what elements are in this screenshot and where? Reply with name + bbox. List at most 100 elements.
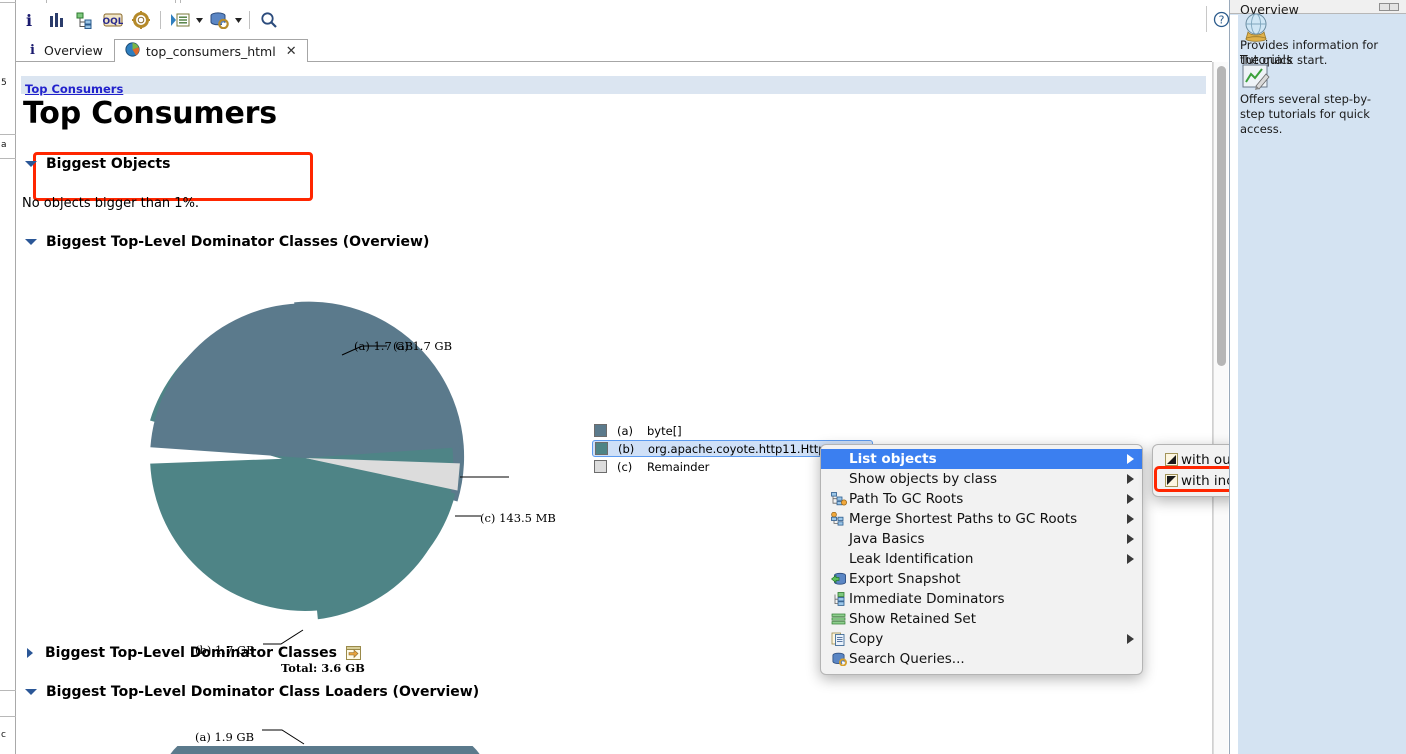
svg-text:OQL: OQL (103, 17, 123, 27)
pie-chart-class-loaders (165, 708, 485, 754)
menu-item-label: Merge Shortest Paths to GC Roots (849, 511, 1078, 527)
menu-item-label: Leak Identification (849, 551, 974, 567)
query-browser-gear-icon[interactable] (128, 8, 154, 32)
section-header-dominator-classes[interactable]: Biggest Top-Level Dominator Classes (25, 645, 361, 661)
menu-item-leak-identification[interactable]: Leak Identification (821, 549, 1142, 569)
scrollbar-thumb[interactable] (1217, 66, 1226, 366)
chevron-down-icon[interactable] (25, 161, 37, 167)
immediate-dominators-icon (829, 592, 849, 606)
menu-item-merge-shortest-paths[interactable]: Merge Shortest Paths to GC Roots (821, 509, 1142, 529)
dominator-tree-icon[interactable] (72, 8, 98, 32)
histogram-icon[interactable] (44, 8, 70, 32)
menu-item-label: Path To GC Roots (849, 491, 964, 507)
section-header-biggest-objects[interactable]: Biggest Objects (25, 156, 170, 172)
menu-item-show-retained-set[interactable]: Show Retained Set (821, 609, 1142, 629)
leader-line-a-chart2 (262, 729, 305, 745)
pie-chart-dominator-classes: (a) 1.7 GB (17, 262, 617, 625)
left-strip-fragment-1: a (1, 140, 7, 150)
menu-item-show-objects-by-class[interactable]: Show objects by class (821, 469, 1142, 489)
close-icon[interactable]: ✕ (286, 44, 297, 59)
chevron-down-icon[interactable] (195, 8, 204, 32)
section-label: Biggest Objects (46, 156, 171, 172)
menu-item-search-queries[interactable]: Search Queries... (821, 649, 1142, 669)
menu-item-label: Export Snapshot (849, 571, 961, 587)
submenu-arrow-icon (1127, 494, 1134, 504)
left-clipped-panel: 5 a c (0, 0, 16, 754)
left-strip-fragment-0: 5 (1, 78, 7, 88)
toolbar-separator-2 (249, 11, 250, 29)
menu-item-label: Copy (849, 631, 884, 647)
menu-item-label: Immediate Dominators (849, 591, 1005, 607)
pie-chart-icon (125, 42, 140, 60)
no-objects-text: No objects bigger than 1%. (22, 196, 200, 211)
chevron-down-icon-2[interactable] (234, 8, 243, 32)
pie-label-a: (a) 1.7 GB (354, 339, 414, 353)
chevron-down-icon[interactable] (25, 689, 37, 695)
pie-label-c: (c) 143.5 MB (480, 511, 556, 525)
legend-swatch-a (594, 424, 607, 437)
breadcrumb-bar (21, 76, 1206, 94)
submenu-arrow-icon (1127, 454, 1134, 464)
section-header-class-loaders-overview[interactable]: Biggest Top-Level Dominator Class Loader… (25, 684, 479, 700)
icon-divider (1389, 3, 1390, 11)
outgoing-references-icon (1161, 453, 1181, 466)
menu-item-list-objects[interactable]: List objects (821, 449, 1142, 469)
show-retained-set-icon (829, 612, 849, 626)
tab-label: Overview (44, 42, 103, 58)
submenu-arrow-icon (1127, 554, 1134, 564)
info-icon: i (27, 42, 38, 59)
toolbar-separator-1 (160, 11, 161, 29)
copy-icon (829, 632, 849, 646)
legend-label-c: Remainder (647, 459, 710, 474)
page-title: Top Consumers (23, 96, 277, 131)
tab-overview[interactable]: i Overview (16, 38, 114, 61)
legend-swatch-c (594, 460, 607, 473)
breadcrumb-link[interactable]: Top Consumers (25, 82, 123, 96)
menu-item-immediate-dominators[interactable]: Immediate Dominators (821, 589, 1142, 609)
legend-row-a[interactable]: (a) byte[] (592, 422, 873, 439)
pie-label-a-chart2: (a) 1.9 GB (195, 730, 254, 744)
search-queries-icon (829, 652, 849, 666)
legend-key-a: (a) (617, 423, 634, 438)
menu-item-label: Show objects by class (849, 471, 998, 487)
tab-top-consumers-html[interactable]: top_consumers_html ✕ (113, 39, 308, 62)
section-header-dominator-classes-overview[interactable]: Biggest Top-Level Dominator Classes (Ove… (25, 234, 429, 250)
tab-label: top_consumers_html (145, 43, 276, 59)
menu-item-export-snapshot[interactable]: Export Snapshot (821, 569, 1142, 589)
open-query-db-icon[interactable] (206, 8, 232, 32)
info-icon[interactable]: i (16, 8, 42, 32)
chevron-right-icon[interactable] (27, 648, 33, 658)
pie-total-label: Total: 3.6 GB (281, 661, 365, 675)
content-vertical-scrollbar[interactable] (1213, 62, 1228, 754)
menu-item-label: Java Basics (849, 531, 925, 547)
leader-line-c (455, 515, 481, 517)
tutorials-icon (1242, 64, 1270, 95)
incoming-references-icon (1161, 474, 1181, 487)
menu-item-java-basics[interactable]: Java Basics (821, 529, 1142, 549)
left-strip-fragment-2: c (1, 730, 6, 740)
context-menu[interactable]: List objects Show objects by class Path … (820, 444, 1143, 675)
section-label: Biggest Top-Level Dominator Classes (Ove… (46, 234, 430, 250)
background-tab-ghost (46, 0, 176, 3)
menu-item-label: List objects (849, 451, 937, 467)
legend-swatch-b (595, 442, 608, 455)
menu-item-path-to-gc-roots[interactable]: Path To GC Roots (821, 489, 1142, 509)
submenu-arrow-icon (1127, 514, 1134, 524)
search-icon[interactable] (256, 8, 282, 32)
submenu-arrow-icon (1127, 474, 1134, 484)
section-label: Biggest Top-Level Dominator Class Loader… (46, 684, 480, 700)
menu-item-copy[interactable]: Copy (821, 629, 1142, 649)
run-expert-system-icon[interactable] (167, 8, 193, 32)
chevron-down-icon[interactable] (25, 239, 37, 245)
legend-key-c: (c) (617, 459, 633, 474)
editor-tabstrip: i Overview top_consumers_html ✕ (16, 38, 1212, 62)
merge-shortest-paths-icon (829, 512, 849, 526)
pie-label-text: (a) 1.9 GB (195, 730, 255, 744)
oql-icon[interactable]: OQL (100, 8, 126, 32)
open-in-view-icon[interactable] (345, 646, 361, 660)
menu-item-label: Search Queries... (849, 651, 965, 667)
path-to-gc-roots-icon (829, 492, 849, 506)
submenu-arrow-icon (1127, 534, 1134, 544)
svg-text:i: i (30, 43, 35, 56)
export-snapshot-icon (829, 572, 849, 586)
